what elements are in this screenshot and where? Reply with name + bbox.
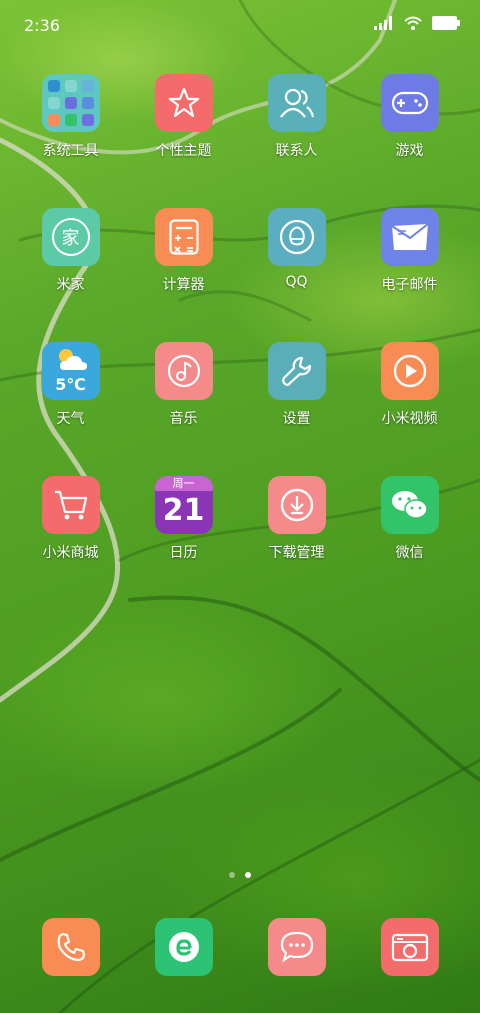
gamepad-icon: [380, 74, 439, 132]
theme-icon: [154, 74, 213, 132]
app-label: QQ: [285, 274, 308, 290]
app-email[interactable]: 电子邮件: [353, 208, 466, 294]
calculator-icon: [154, 208, 213, 266]
music-icon: [154, 342, 213, 400]
page-dot-active[interactable]: [245, 872, 251, 878]
cart-icon: [41, 476, 100, 534]
calendar-day: 21: [162, 493, 205, 528]
dock-messages[interactable]: [240, 918, 353, 976]
app-wechat[interactable]: 微信: [353, 476, 466, 562]
dock-browser[interactable]: [127, 918, 240, 976]
app-label: 小米商城: [42, 545, 99, 561]
app-label: 米家: [56, 277, 85, 293]
app-mijia[interactable]: 家 米家: [14, 208, 127, 294]
app-mi-video[interactable]: 小米视频: [353, 342, 466, 428]
camera-icon: [380, 918, 439, 976]
app-mi-mall[interactable]: 小米商城: [14, 476, 127, 562]
battery-icon: [432, 16, 460, 30]
email-icon: [380, 208, 439, 266]
wifi-icon: [404, 16, 422, 30]
video-icon: [380, 342, 439, 400]
folder-icon: [41, 74, 100, 132]
signal-icon: [374, 16, 392, 30]
app-label: 音乐: [169, 411, 198, 427]
app-label: 小米视频: [381, 411, 438, 427]
status-icons: [374, 16, 460, 30]
app-music[interactable]: 音乐: [127, 342, 240, 428]
download-icon: [267, 476, 326, 534]
messages-icon: [267, 918, 326, 976]
browser-icon: [154, 918, 213, 976]
mijia-glyph: 家: [51, 218, 90, 256]
calendar-weekday: 周一: [154, 476, 213, 491]
calendar-icon: 周一 21: [154, 476, 213, 534]
app-label: 游戏: [395, 143, 424, 159]
app-label: 计算器: [162, 277, 205, 293]
app-games[interactable]: 游戏: [353, 74, 466, 160]
app-settings[interactable]: 设置: [240, 342, 353, 428]
app-weather[interactable]: 5℃ 天气: [14, 342, 127, 428]
app-label: 天气: [56, 411, 85, 427]
page-indicator: [0, 872, 480, 878]
app-label: 日历: [169, 545, 198, 561]
app-label: 下载管理: [268, 545, 325, 561]
weather-temperature: 5℃: [55, 375, 86, 394]
status-time: 2:36: [24, 16, 60, 35]
dock-phone[interactable]: [14, 918, 127, 976]
app-label: 设置: [282, 411, 311, 427]
app-downloads[interactable]: 下载管理: [240, 476, 353, 562]
qq-icon: [267, 208, 326, 266]
contacts-icon: [267, 74, 326, 132]
app-label: 联系人: [275, 143, 318, 159]
app-label: 电子邮件: [381, 277, 438, 293]
status-bar: 2:36: [0, 0, 480, 48]
app-label: 系统工具: [42, 143, 99, 159]
app-calculator[interactable]: 计算器: [127, 208, 240, 294]
app-label: 个性主题: [155, 143, 212, 159]
app-contacts[interactable]: 联系人: [240, 74, 353, 160]
wrench-icon: [267, 342, 326, 400]
mijia-icon: 家: [41, 208, 100, 266]
app-label: 微信: [395, 545, 424, 561]
app-system-tools[interactable]: 系统工具: [14, 74, 127, 160]
wechat-icon: [380, 476, 439, 534]
app-calendar[interactable]: 周一 21 日历: [127, 476, 240, 562]
phone-icon: [41, 918, 100, 976]
app-qq[interactable]: QQ: [240, 208, 353, 290]
weather-icon: 5℃: [41, 342, 100, 400]
dock-camera[interactable]: [353, 918, 466, 976]
app-theme[interactable]: 个性主题: [127, 74, 240, 160]
page-dot[interactable]: [229, 872, 235, 878]
